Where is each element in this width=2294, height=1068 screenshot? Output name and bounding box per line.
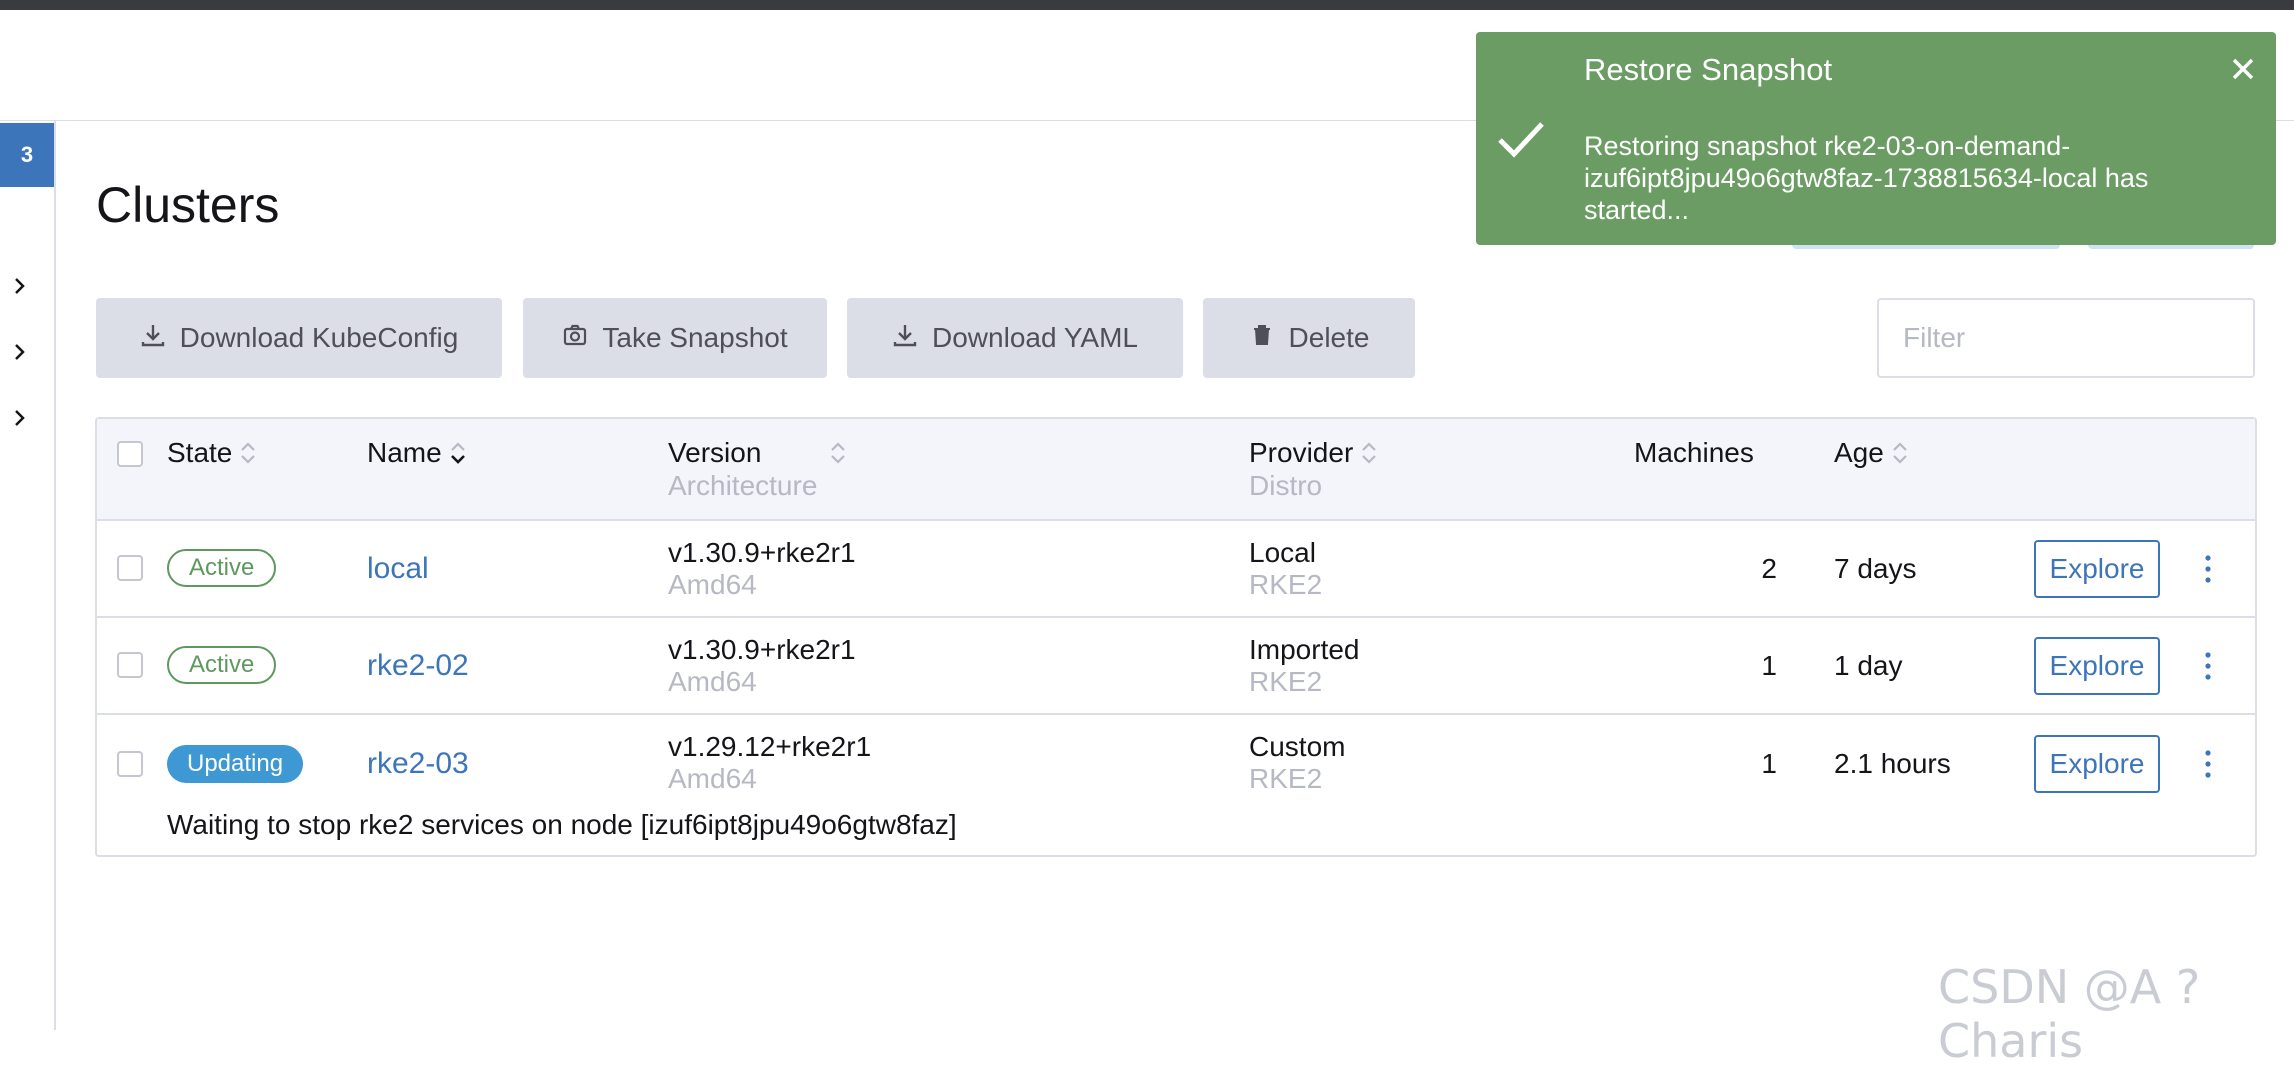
header-provider-label: Provider — [1249, 437, 1354, 468]
more-actions-icon[interactable] — [2198, 549, 2218, 589]
filter-input[interactable] — [1877, 298, 2255, 378]
header-state[interactable]: State — [167, 437, 258, 469]
cluster-name-link[interactable]: rke2-03 — [367, 747, 469, 781]
status-badge: Updating — [167, 745, 304, 783]
header-version[interactable]: Version — [668, 437, 848, 469]
table-header: State Name Version Architecture Provider… — [97, 419, 2255, 521]
header-machines: Machines — [1634, 437, 1754, 469]
header-state-label: State — [167, 437, 233, 468]
download-kubeconfig-button[interactable]: Download KubeConfig — [96, 298, 502, 378]
nav-badge[interactable]: 3 — [0, 123, 54, 187]
close-icon[interactable] — [2226, 52, 2260, 86]
trash-icon — [1249, 322, 1275, 355]
chevron-right-icon[interactable] — [10, 276, 30, 296]
checkmark-icon — [1494, 112, 1548, 166]
age-value: 7 days — [1834, 553, 1917, 584]
header-age-label: Age — [1834, 437, 1884, 468]
header-name-label: Name — [367, 437, 442, 468]
toast-message: Restoring snapshot rke2-03-on-demand-izu… — [1584, 131, 2149, 225]
row-checkbox[interactable] — [117, 652, 143, 678]
download-icon — [892, 322, 918, 355]
provider-value: Local — [1249, 537, 1316, 568]
machines-value: 1 — [1761, 650, 1777, 681]
take-snapshot-label: Take Snapshot — [602, 322, 788, 353]
table-row: Updating rke2-03 v1.29.12+rke2r1 Amd64 C… — [97, 715, 2255, 855]
sort-icon — [238, 438, 258, 468]
machines-value: 1 — [1761, 748, 1777, 779]
download-yaml-label: Download YAML — [932, 322, 1138, 353]
watermark: CSDN @A ?Charis — [1938, 960, 2201, 1068]
status-badge: Active — [167, 549, 277, 587]
header-version-label: Version — [668, 437, 762, 468]
sort-icon — [828, 438, 848, 468]
table-row: Active local v1.30.9+rke2r1 Amd64 Local … — [97, 521, 2255, 618]
cluster-name-link[interactable]: local — [367, 552, 429, 586]
architecture-value: Amd64 — [668, 666, 757, 697]
download-yaml-button[interactable]: Download YAML — [847, 298, 1183, 378]
machines-value: 2 — [1761, 553, 1777, 584]
select-all-checkbox[interactable] — [117, 441, 143, 467]
sort-icon — [1359, 438, 1379, 468]
more-actions-icon[interactable] — [2198, 646, 2218, 686]
age-value: 1 day — [1834, 650, 1903, 681]
sort-desc-icon — [448, 438, 468, 468]
top-bar — [0, 0, 2294, 10]
row-checkbox[interactable] — [117, 555, 143, 581]
toast-title: Restore Snapshot — [1584, 52, 1833, 87]
provider-value: Imported — [1249, 634, 1360, 665]
distro-value: RKE2 — [1249, 569, 1323, 600]
header-age[interactable]: Age — [1834, 437, 1910, 469]
version-value: v1.30.9+rke2r1 — [668, 537, 856, 568]
header-provider[interactable]: Provider — [1249, 437, 1379, 469]
take-snapshot-button[interactable]: Take Snapshot — [523, 298, 827, 378]
toast-notification: Restore Snapshot Restoring snapshot rke2… — [1476, 32, 2276, 245]
header-name[interactable]: Name — [367, 437, 468, 469]
table-row: Active rke2-02 v1.30.9+rke2r1 Amd64 Impo… — [97, 618, 2255, 715]
delete-label: Delete — [1288, 322, 1370, 353]
architecture-value: Amd64 — [668, 569, 757, 600]
cluster-name-link[interactable]: rke2-02 — [367, 649, 469, 683]
page-title: Clusters — [96, 177, 280, 233]
chevron-right-icon[interactable] — [10, 408, 30, 428]
download-icon — [140, 322, 166, 355]
chevron-right-icon[interactable] — [10, 342, 30, 362]
camera-icon — [562, 322, 588, 355]
row-checkbox[interactable] — [117, 751, 143, 777]
delete-button[interactable]: Delete — [1203, 298, 1415, 378]
clusters-table: State Name Version Architecture Provider… — [95, 417, 2257, 857]
explore-button[interactable]: Explore — [2034, 637, 2160, 695]
explore-button[interactable]: Explore — [2034, 735, 2160, 793]
header-architecture: Architecture — [668, 470, 818, 501]
header-machines-label: Machines — [1634, 437, 1754, 468]
header-distro: Distro — [1249, 470, 1323, 501]
version-value: v1.30.9+rke2r1 — [668, 634, 856, 665]
provider-value: Custom — [1249, 731, 1346, 762]
architecture-value: Amd64 — [668, 763, 757, 794]
more-actions-icon[interactable] — [2198, 744, 2218, 784]
left-nav-rail — [0, 121, 56, 1030]
distro-value: RKE2 — [1249, 666, 1323, 697]
sort-icon — [1890, 438, 1910, 468]
status-badge: Active — [167, 646, 277, 684]
explore-button[interactable]: Explore — [2034, 540, 2160, 598]
row-status-message: Waiting to stop rke2 services on node [i… — [167, 809, 957, 840]
distro-value: RKE2 — [1249, 763, 1323, 794]
version-value: v1.29.12+rke2r1 — [668, 731, 872, 762]
age-value: 2.1 hours — [1834, 748, 1951, 779]
download-kubeconfig-label: Download KubeConfig — [179, 322, 459, 353]
